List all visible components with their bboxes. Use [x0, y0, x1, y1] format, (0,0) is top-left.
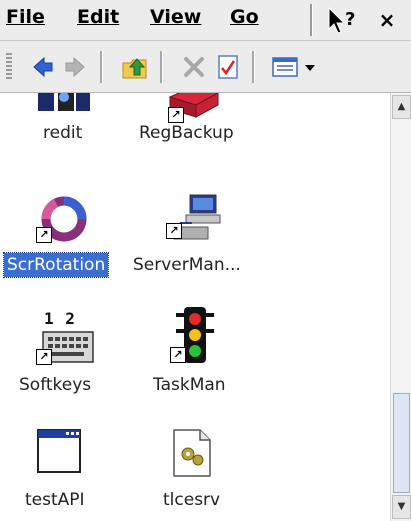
- menu-divider: [310, 4, 313, 36]
- scrrotation-icon: ↗: [36, 193, 96, 253]
- scroll-up-arrow-icon[interactable]: ▲: [392, 95, 411, 119]
- window-icon: [36, 428, 96, 488]
- close-button[interactable]: ×: [372, 5, 402, 35]
- svg-text:?: ?: [345, 9, 355, 30]
- shortcut-arrow-icon: ↗: [166, 223, 182, 239]
- help-pointer-icon[interactable]: ?: [325, 5, 361, 35]
- file-item-softkeys[interactable]: 1 2 3 ↗ Softkeys: [16, 309, 156, 401]
- taskman-icon: ↗: [170, 305, 230, 365]
- toolbar-separator: [100, 51, 103, 83]
- file-label: testAPI: [25, 490, 85, 510]
- shortcut-arrow-icon: ↗: [36, 227, 52, 243]
- menu-view[interactable]: View: [150, 6, 201, 28]
- file-label: ServerMan...: [133, 255, 241, 275]
- file-label: redit: [43, 123, 83, 143]
- toolbar-grip[interactable]: [6, 53, 12, 79]
- delete-icon[interactable]: [180, 53, 208, 81]
- config-file-icon: [172, 428, 232, 488]
- file-list: redit ↗ RegBackup ↗ ScrRotation ↗ Server…: [0, 93, 390, 521]
- shortcut-arrow-icon: ↗: [170, 347, 186, 363]
- toolbar: [0, 41, 411, 93]
- toolbar-separator: [252, 51, 255, 83]
- menu-bar: File Edit View Go ? ×: [0, 0, 411, 41]
- file-label: RegBackup: [139, 123, 234, 143]
- scroll-down-arrow-icon[interactable]: ▼: [392, 495, 411, 519]
- scroll-thumb[interactable]: [393, 393, 410, 493]
- file-label: TaskMan: [153, 375, 226, 395]
- file-item-testapi[interactable]: testAPI: [22, 428, 162, 518]
- up-folder-icon[interactable]: [120, 53, 148, 81]
- vertical-scrollbar[interactable]: ▲ ▼: [390, 93, 411, 521]
- forward-arrow-icon[interactable]: [62, 53, 90, 81]
- menu-go[interactable]: Go: [230, 6, 259, 28]
- menu-file[interactable]: File: [6, 6, 45, 28]
- view-menu-icon[interactable]: [270, 53, 320, 81]
- menu-edit[interactable]: Edit: [77, 6, 119, 28]
- back-arrow-icon[interactable]: [28, 53, 56, 81]
- file-label: ScrRotation: [2, 252, 110, 278]
- file-item-scrrotation[interactable]: ↗ ScrRotation: [2, 193, 144, 283]
- file-label: tlcesrv: [163, 490, 221, 510]
- toolbar-separator: [160, 51, 163, 83]
- file-item-tlcesrv[interactable]: tlcesrv: [160, 428, 300, 518]
- softkeys-icon: 1 2 3 ↗: [36, 309, 96, 371]
- file-label: Softkeys: [19, 375, 92, 395]
- shortcut-arrow-icon: ↗: [36, 349, 52, 365]
- file-item-regbackup[interactable]: ↗ RegBackup: [136, 93, 276, 171]
- file-item-taskman[interactable]: ↗ TaskMan: [150, 305, 290, 401]
- serverman-icon: ↗: [166, 193, 226, 253]
- properties-icon[interactable]: [214, 53, 242, 81]
- file-item-serverman[interactable]: ↗ ServerMan...: [130, 193, 270, 283]
